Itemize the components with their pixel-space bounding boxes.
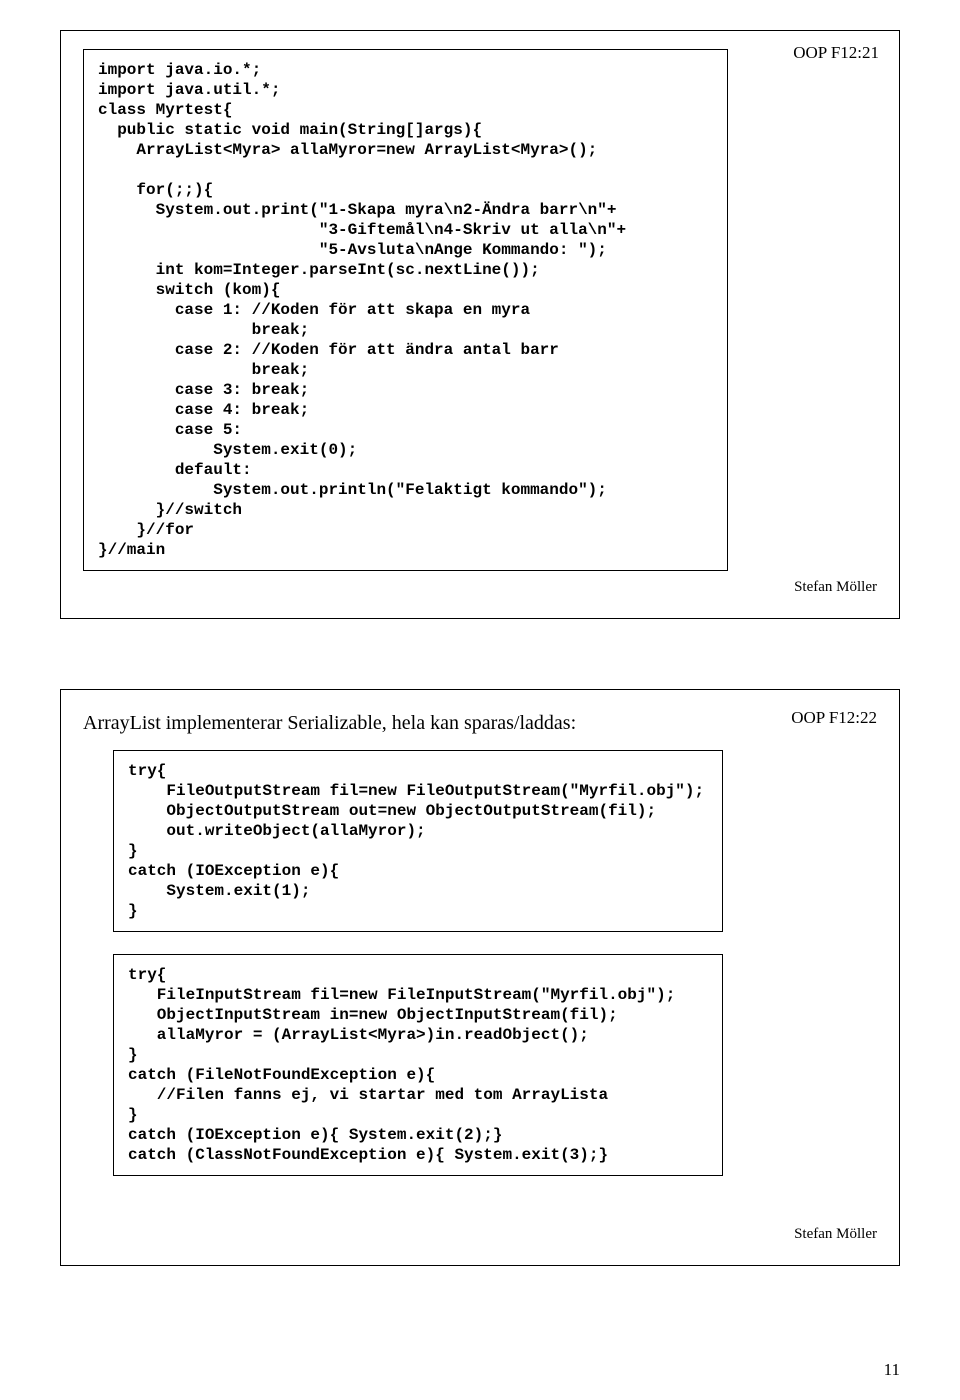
slide-label-1: OOP F12:21 [793,43,879,63]
slide-box-1: OOP F12:21 import java.io.*; import java… [60,30,900,619]
code-block-2b: try{ FileInputStream fil=new FileInputSt… [113,954,723,1176]
author-1: Stefan Möller [83,579,877,596]
page-number: 11 [884,1360,900,1380]
slide-box-2: ArrayList implementerar Serializable, he… [60,689,900,1266]
slide-label-2: OOP F12:22 [791,708,877,728]
author-2: Stefan Möller [83,1226,877,1243]
code-block-2a: try{ FileOutputStream fil=new FileOutput… [113,750,723,932]
code-block-1: import java.io.*; import java.util.*; cl… [83,49,728,571]
slide-title-2: ArrayList implementerar Serializable, he… [83,712,576,735]
page: OOP F12:21 import java.io.*; import java… [0,0,960,1400]
